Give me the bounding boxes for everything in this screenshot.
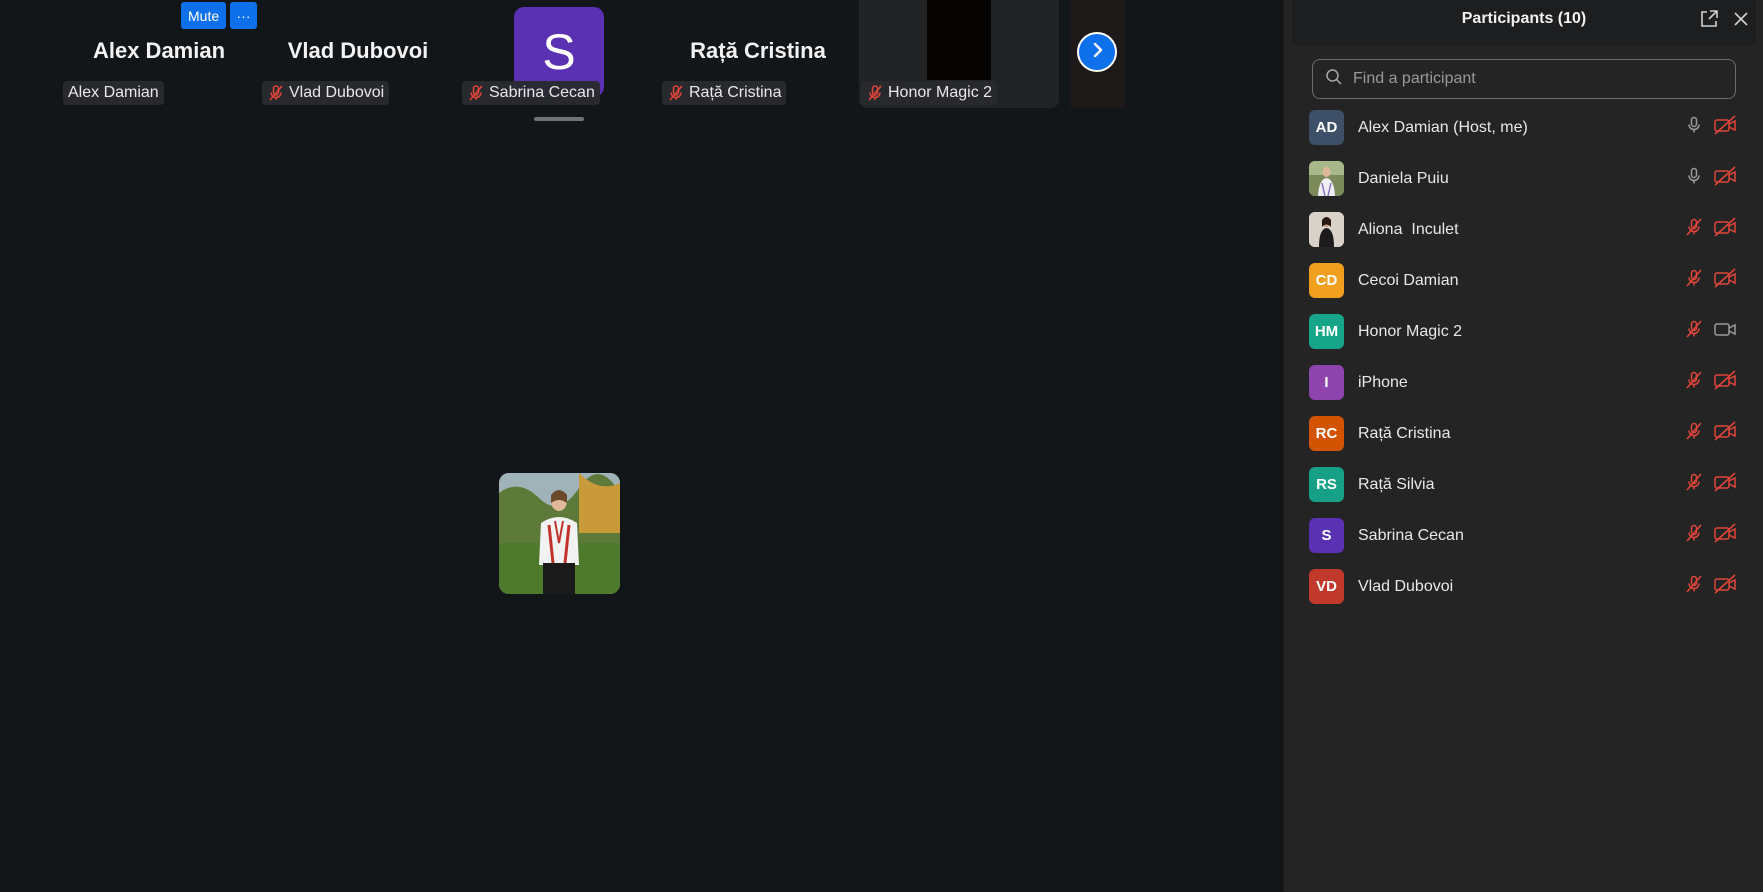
avatar: AD [1309, 110, 1344, 145]
mic-muted-icon [667, 84, 685, 102]
tile-display-name: Vlad Dubovoi [287, 38, 429, 63]
participant-row[interactable]: Aliona Inculet [1284, 204, 1763, 255]
avatar: VD [1309, 569, 1344, 604]
tile-name-tag: Sabrina Cecan [462, 81, 600, 105]
participant-row[interactable]: CD Cecoi Damian [1284, 255, 1763, 306]
participant-row[interactable]: VD Vlad Dubovoi [1284, 561, 1763, 612]
participant-row[interactable]: HM Honor Magic 2 [1284, 306, 1763, 357]
video-stage: Alex Damian Alex Damian Mute ··· Vlad Du… [0, 0, 1283, 892]
tile-name-tag: Rață Cristina [662, 81, 787, 105]
mic-muted-icon[interactable] [1684, 472, 1704, 497]
panel-title: Participants (10) [1461, 10, 1587, 27]
mic-muted-icon[interactable] [1684, 370, 1704, 395]
avatar [1309, 161, 1344, 196]
camera-icon[interactable] [1713, 319, 1737, 344]
tile-name-tag: Vlad Dubovoi [262, 81, 390, 105]
microphone-icon[interactable] [1684, 166, 1704, 191]
mic-muted-icon[interactable] [1684, 574, 1704, 599]
participant-row[interactable]: IiPhone [1284, 357, 1763, 408]
mic-muted-icon [866, 84, 884, 102]
next-page-button[interactable] [1077, 32, 1117, 72]
mic-muted-icon [467, 84, 485, 102]
participant-name: Aliona Inculet [1358, 220, 1459, 238]
search-icon [1325, 68, 1343, 91]
participant-row[interactable]: S Sabrina Cecan [1284, 510, 1763, 561]
avatar: RC [1309, 416, 1344, 451]
tile-name-tag: Alex Damian [63, 81, 164, 105]
participant-row[interactable]: Daniela Puiu [1284, 153, 1763, 204]
camera-off-icon[interactable] [1713, 166, 1737, 191]
chevron-right-icon [1087, 40, 1107, 65]
participant-name: Rață Silvia [1358, 475, 1435, 493]
camera-off-icon[interactable] [1713, 574, 1737, 599]
participant-row[interactable]: RS Rață Silvia [1284, 459, 1763, 510]
tile-name-label: Sabrina Cecan [489, 84, 595, 101]
mic-muted-icon[interactable] [1684, 319, 1704, 344]
mic-muted-icon[interactable] [1684, 421, 1704, 446]
camera-off-icon[interactable] [1713, 523, 1737, 548]
mic-muted-icon [267, 84, 285, 102]
tile-name-label: Honor Magic 2 [888, 84, 993, 101]
tile-name-tag: Honor Magic 2 [861, 81, 998, 105]
microphone-icon[interactable] [1684, 115, 1704, 140]
mute-button[interactable]: Mute [181, 2, 227, 29]
video-tile-rata-cristina[interactable]: Rață Cristina Rață Cristina [660, 0, 856, 108]
avatar: S [1309, 518, 1344, 553]
avatar: RS [1309, 467, 1344, 502]
mic-muted-icon[interactable] [1684, 217, 1704, 242]
camera-off-icon[interactable] [1713, 217, 1737, 242]
tile-name-label: Rață Cristina [689, 84, 782, 101]
avatar: CD [1309, 263, 1344, 298]
camera-off-icon[interactable] [1713, 472, 1737, 497]
camera-off-icon[interactable] [1713, 370, 1737, 395]
search-field[interactable] [1312, 59, 1736, 99]
participant-name: Sabrina Cecan [1358, 526, 1464, 544]
tile-display-name: Alex Damian [92, 38, 226, 63]
popout-icon[interactable] [1698, 8, 1720, 35]
active-speaker-photo [499, 473, 620, 594]
participant-list: AD Alex Damian (Host, me) Daniela Puiu Alio… [1284, 102, 1763, 612]
video-tile-honor-magic-2[interactable]: Honor Magic 2 [859, 0, 1059, 108]
participant-name: Rață Cristina [1358, 424, 1451, 442]
participant-name: Daniela Puiu [1358, 169, 1449, 187]
participant-row[interactable]: RC Rață Cristina [1284, 408, 1763, 459]
participant-name: Alex Damian (Host, me) [1358, 118, 1528, 136]
tile-name-label: Alex Damian [68, 84, 159, 101]
avatar [1309, 212, 1344, 247]
video-tile-vlad-dubovoi[interactable]: Vlad Dubovoi Vlad Dubovoi [260, 0, 456, 108]
panel-header: Participants (10) [1292, 0, 1756, 46]
participant-row[interactable]: AD Alex Damian (Host, me) [1284, 102, 1763, 153]
close-icon[interactable] [1730, 8, 1752, 35]
camera-off-icon[interactable] [1713, 115, 1737, 140]
video-tile-sabrina-cecan[interactable]: Sabrina Cecan [460, 0, 656, 108]
video-feed [927, 0, 991, 80]
video-tile-alex-damian[interactable]: Alex Damian Alex Damian [61, 0, 257, 108]
participant-name: Honor Magic 2 [1358, 322, 1463, 340]
search-input[interactable] [1351, 69, 1735, 89]
participant-name: Cecoi Damian [1358, 271, 1459, 289]
camera-off-icon[interactable] [1713, 268, 1737, 293]
more-options-button[interactable]: ··· [230, 2, 257, 29]
tile-name-label: Vlad Dubovoi [289, 84, 385, 101]
camera-off-icon[interactable] [1713, 421, 1737, 446]
participant-name: iPhone [1358, 373, 1408, 391]
mic-muted-icon[interactable] [1684, 523, 1704, 548]
tile-display-name: Rață Cristina [690, 38, 826, 63]
avatar: HM [1309, 314, 1344, 349]
participant-name: Vlad Dubovoi [1358, 577, 1454, 595]
avatar: I [1309, 365, 1344, 400]
mic-muted-icon[interactable] [1684, 268, 1704, 293]
strip-resize-handle[interactable] [534, 117, 584, 121]
participants-panel: Participants (10) AD Alex Damian (Host, m… [1283, 0, 1763, 892]
